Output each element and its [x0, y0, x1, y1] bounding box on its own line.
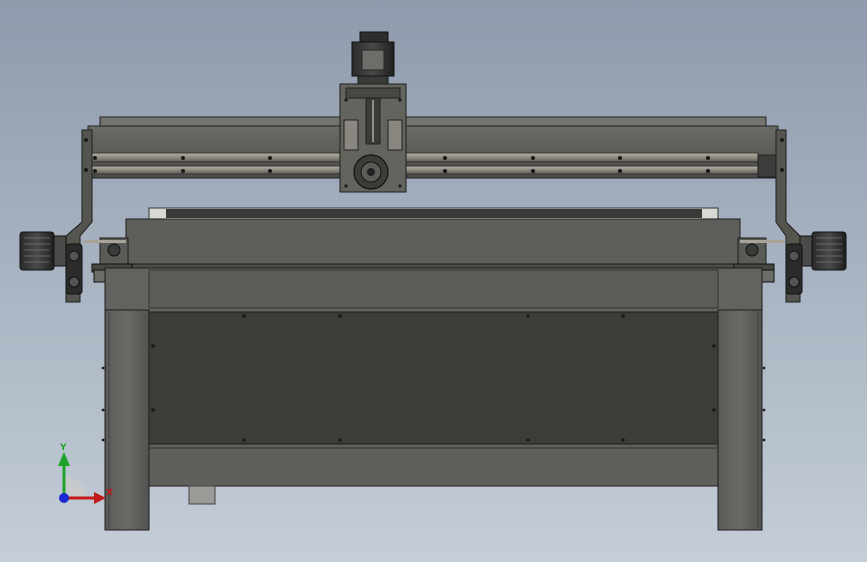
x-axis-arrow-icon — [94, 492, 106, 504]
cnc-router-model[interactable] — [0, 0, 867, 562]
gantry-beam — [87, 116, 779, 179]
spindle-carriage — [339, 31, 407, 193]
z-axis-dot-icon — [59, 493, 69, 503]
rack-end-left — [93, 269, 107, 283]
work-table — [125, 207, 741, 271]
y-axis-arrow-icon — [58, 452, 70, 466]
machine-frame — [104, 267, 763, 505]
guide-block-left — [84, 237, 133, 273]
x-axis-label: X — [106, 488, 113, 498]
rack-end-right — [761, 269, 775, 283]
y-axis-label: Y — [59, 443, 67, 453]
cad-viewport[interactable]: Y X — [0, 0, 867, 562]
frame-leg-right — [717, 309, 766, 531]
orientation-triad[interactable]: Y X — [44, 440, 116, 510]
guide-block-right — [733, 237, 784, 273]
